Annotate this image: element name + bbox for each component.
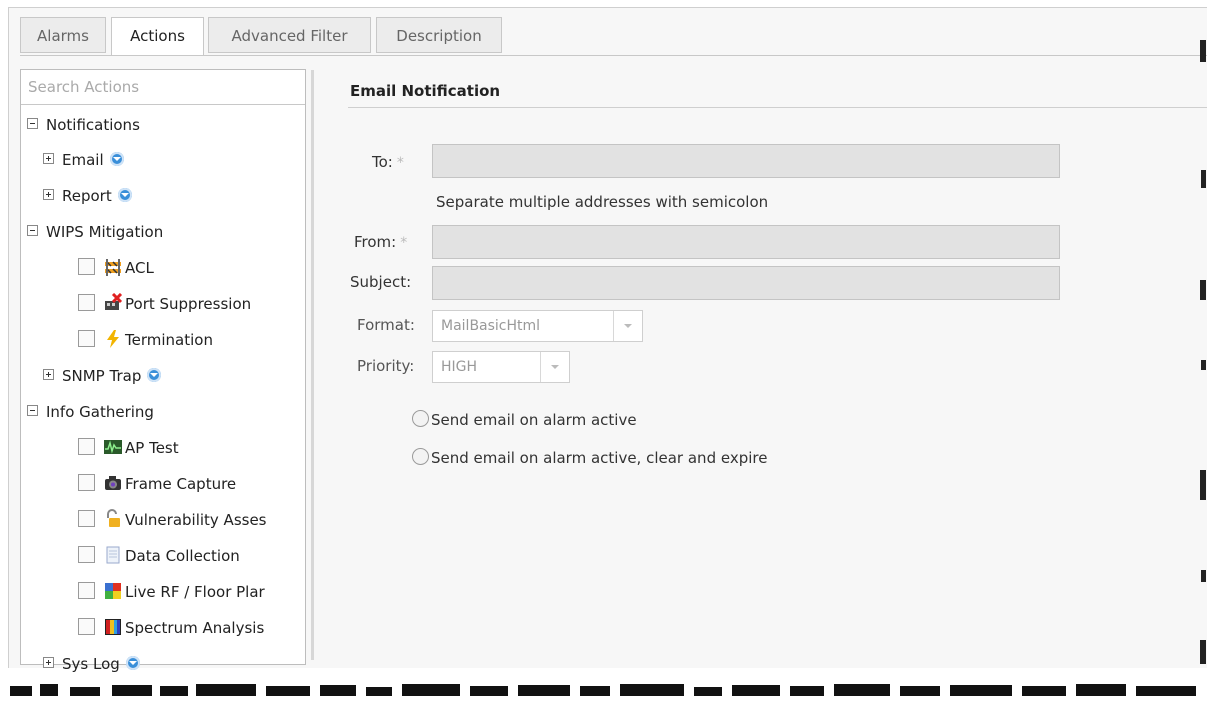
search-actions-input[interactable] [21,70,305,105]
actions-tree-panel: Notifications Email Report WIPS Mitigati… [20,69,306,673]
barrier-icon [105,258,121,276]
required-mark: * [396,155,404,171]
radio-button[interactable] [412,410,429,427]
tree-label: Port Suppression [125,295,252,313]
tree-label: AP Test [125,439,179,457]
from-field[interactable] [432,225,1060,259]
collapse-icon[interactable] [27,118,38,129]
radio-label: Send email on alarm active [431,411,637,429]
required-mark: * [400,235,408,251]
priority-value: HIGH [441,359,478,375]
radio-button[interactable] [412,448,429,465]
frame-capture-checkbox[interactable] [78,474,95,491]
termination-checkbox[interactable] [78,330,95,347]
priority-label: Priority: [357,357,415,375]
subject-field[interactable] [432,266,1060,300]
ap-test-checkbox[interactable] [78,438,95,455]
tree-item-data-collection[interactable]: Data Collection [78,540,240,572]
tree-label: Live RF / Floor Plar [125,583,265,601]
unlocked-padlock-icon [107,508,120,527]
tree-label: Email [62,151,104,169]
tree-node-notifications[interactable]: Notifications [27,109,140,141]
spectrum-icon [105,618,121,635]
tree-label: WIPS Mitigation [46,223,164,241]
tree-label: SNMP Trap [62,367,142,385]
section-divider [348,107,1207,108]
spectrum-analysis-checkbox[interactable] [78,618,95,635]
subject-label: Subject: [350,273,412,291]
cropped-right-edge [1200,40,1206,664]
tree-label: Notifications [46,116,140,134]
tree-node-wips-mitigation[interactable]: WIPS Mitigation [27,216,163,248]
document-icon [106,546,120,563]
heatmap-icon [105,582,121,599]
oscilloscope-icon [104,439,122,454]
radio-label: Send email on alarm active, clear and ex… [431,449,768,467]
tree-label: Sys Log [62,655,120,673]
lightning-icon [107,329,119,348]
tab-divider [20,55,1207,56]
expand-icon[interactable] [43,153,54,164]
tree-label: Info Gathering [46,403,154,421]
tree-label: ACL [125,259,154,277]
to-hint: Separate multiple addresses with semicol… [436,193,769,211]
tree-item-termination[interactable]: Termination [78,324,213,356]
port-suppression-checkbox[interactable] [78,294,95,311]
tree-label: Spectrum Analysis [125,619,265,637]
tree-label: Data Collection [125,547,240,565]
vulnerability-checkbox[interactable] [78,510,95,527]
dropdown-icon[interactable] [109,151,124,166]
tab-advanced-filter[interactable]: Advanced Filter [208,17,371,53]
tree-item-live-rf[interactable]: Live RF / Floor Plar [78,576,265,608]
dropdown-icon[interactable] [147,367,162,382]
camera-icon [105,475,121,490]
tree-item-spectrum-analysis[interactable]: Spectrum Analysis [78,612,264,644]
chevron-down-icon[interactable] [540,352,569,382]
expand-icon[interactable] [43,369,54,380]
tree-node-info-gathering[interactable]: Info Gathering [27,396,154,428]
collapse-icon[interactable] [27,225,38,236]
collapse-icon[interactable] [27,405,38,416]
tree-item-vulnerability-assessment[interactable]: Vulnerability Asses [78,504,267,536]
from-label: From: * [354,233,408,251]
port-block-icon [105,292,123,310]
dropdown-icon[interactable] [117,187,132,202]
cropped-edge-artifacts [10,684,1196,696]
priority-select[interactable]: HIGH [432,351,570,383]
format-select[interactable]: MailBasicHtml [432,310,643,342]
tree-item-frame-capture[interactable]: Frame Capture [78,468,236,500]
pane-splitter[interactable] [311,70,314,660]
section-title: Email Notification [350,82,501,100]
tree-node-snmp-trap[interactable]: SNMP Trap [43,360,162,392]
to-label: To: * [372,153,404,171]
tab-description[interactable]: Description [376,17,502,53]
expand-icon[interactable] [43,657,54,668]
live-rf-checkbox[interactable] [78,582,95,599]
tree-item-ap-test[interactable]: AP Test [78,432,179,464]
format-value: MailBasicHtml [441,318,541,334]
data-collection-checkbox[interactable] [78,546,95,563]
tab-actions[interactable]: Actions [111,17,204,56]
expand-icon[interactable] [43,189,54,200]
to-field[interactable] [432,144,1060,178]
tree-item-acl[interactable]: ACL [78,252,154,284]
tree-node-email[interactable]: Email [43,144,124,176]
dropdown-icon[interactable] [125,655,140,670]
tree-label: Vulnerability Asses [125,511,267,529]
radio-alarm-active[interactable]: Send email on alarm active [412,410,637,429]
tab-alarms[interactable]: Alarms [20,17,106,53]
tree-label: Termination [125,331,213,349]
format-label: Format: [357,316,415,334]
radio-alarm-active-clear-expire[interactable]: Send email on alarm active, clear and ex… [412,448,768,467]
tree-label: Frame Capture [125,475,237,493]
tree-label: Report [62,187,112,205]
acl-checkbox[interactable] [78,258,95,275]
tree-item-port-suppression[interactable]: Port Suppression [78,288,251,320]
tree-node-report[interactable]: Report [43,180,132,212]
tree-node-sys-log[interactable]: Sys Log [43,648,140,680]
chevron-down-icon[interactable] [613,311,642,341]
